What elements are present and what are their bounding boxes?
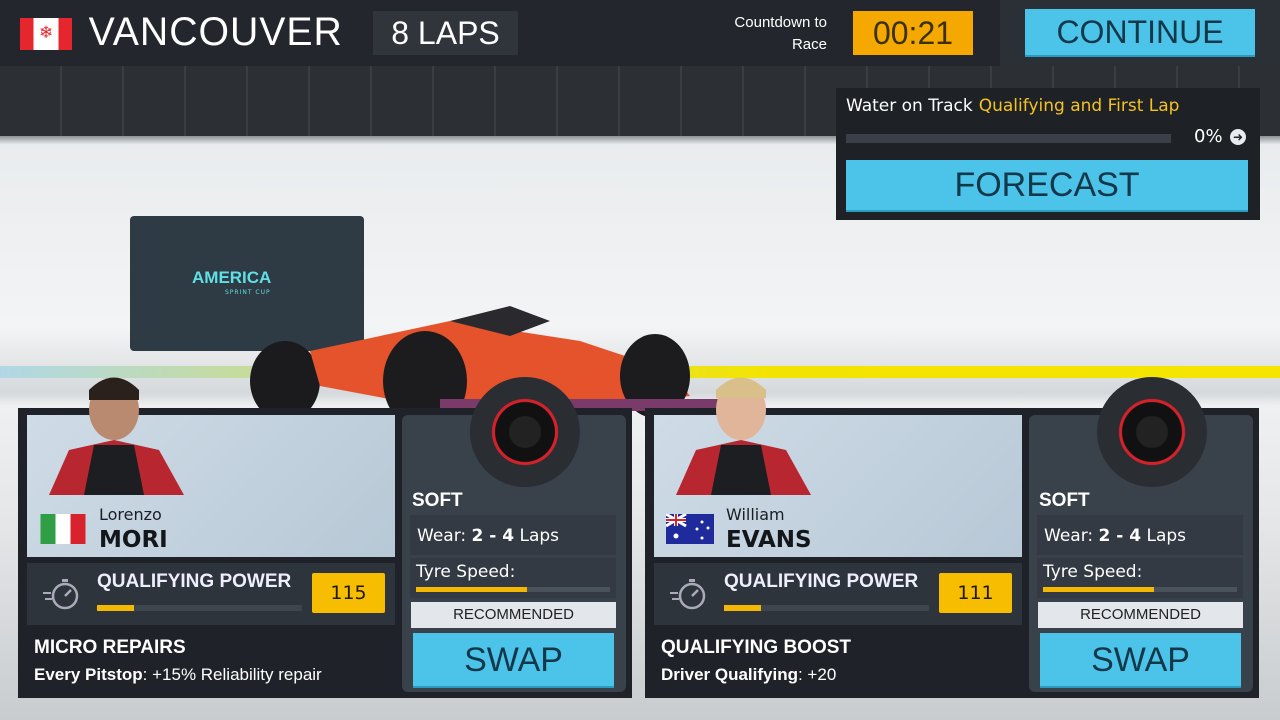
race-city: VANCOUVER: [88, 10, 343, 54]
wear-unit: Laps: [519, 526, 560, 546]
qualifying-power-label: QUALIFYING POWER: [97, 571, 292, 592]
bar-fill: [724, 605, 761, 611]
australia-flag-icon: [666, 514, 714, 544]
countdown-label-line1: Countdown to: [734, 14, 827, 31]
trait-value: : +20: [797, 665, 837, 684]
tyre-panel: SOFT Wear: 2 - 4 Laps Tyre Speed: RECOMM…: [402, 377, 626, 692]
qualifying-power-value: 115: [312, 573, 385, 613]
tyre-speed: Tyre Speed:: [1037, 558, 1243, 598]
trait-key: Driver Qualifying: [661, 665, 798, 684]
driver-portrait: [676, 377, 811, 495]
top-bar: ❄ VANCOUVER 8 LAPS Countdown to Race 00:2…: [0, 0, 1280, 66]
tyre-compound: SOFT: [412, 490, 463, 511]
tyre-wear: Wear: 2 - 4 Laps: [1037, 515, 1243, 555]
soft-tyre-icon: [470, 377, 580, 487]
water-percent: 0%: [1194, 126, 1223, 147]
weather-label: Water on Track: [846, 96, 973, 116]
wear-value: 2 - 4: [471, 526, 515, 546]
soft-tyre-icon: [1097, 377, 1207, 487]
weather-value: Qualifying and First Lap: [978, 96, 1180, 116]
qualifying-power-bar: [97, 605, 302, 611]
bar-fill: [97, 605, 134, 611]
tyre-compound: SOFT: [1039, 490, 1090, 511]
countdown-label-line2: Race: [791, 36, 827, 53]
driver-card: Lorenzo MORI QUALIFYING POWER 115 MICRO …: [18, 377, 632, 698]
driver-portrait-panel: William EVANS: [654, 377, 1022, 557]
driver-last-name: EVANS: [726, 527, 812, 553]
trait-value: : +15% Reliability repair: [142, 665, 322, 684]
tyre-speed-bar: [1043, 587, 1237, 592]
countdown-timer: 00:21: [853, 11, 973, 55]
swap-tyre-button[interactable]: SWAP: [1040, 633, 1241, 688]
continue-button[interactable]: CONTINUE: [1025, 9, 1255, 57]
qualifying-power-row: QUALIFYING POWER 115: [27, 563, 395, 625]
tyre-speed: Tyre Speed:: [410, 558, 616, 598]
qualifying-power-row: QUALIFYING POWER 111: [654, 563, 1022, 625]
qualifying-power-value: 111: [939, 573, 1012, 613]
trait-description: Driver Qualifying: +20: [661, 665, 836, 685]
driver-portrait: [49, 377, 184, 495]
countdown-label: Countdown to Race: [700, 12, 827, 56]
wear-label: Wear:: [417, 526, 467, 546]
tyre-speed-label: Tyre Speed:: [1043, 562, 1143, 582]
driver-first-name: William: [726, 505, 785, 524]
bar-fill: [416, 587, 527, 592]
water-progress-bar: [846, 134, 1171, 143]
tyre-wear: Wear: 2 - 4 Laps: [410, 515, 616, 555]
arrow-right-icon[interactable]: ➜: [1230, 129, 1246, 145]
tyre-speed-bar: [416, 587, 610, 592]
wear-label: Wear:: [1044, 526, 1094, 546]
bar-fill: [1043, 587, 1154, 592]
trait-name: QUALIFYING BOOST: [661, 637, 851, 658]
canada-flag-icon: ❄: [20, 18, 72, 50]
weather-panel: Water on Track Qualifying and First Lap 0…: [836, 88, 1260, 220]
tyre-panel: SOFT Wear: 2 - 4 Laps Tyre Speed: RECOMM…: [1029, 377, 1253, 692]
recommended-badge: RECOMMENDED: [411, 602, 616, 628]
italy-flag-icon: [40, 514, 86, 544]
trait-name: MICRO REPAIRS: [34, 637, 186, 658]
driver-first-name: Lorenzo: [99, 505, 162, 524]
forecast-button[interactable]: FORECAST: [846, 160, 1248, 212]
driver-portrait-panel: Lorenzo MORI: [27, 377, 395, 557]
trait-key: Every Pitstop: [34, 665, 143, 684]
weather-label-row: Water on Track Qualifying and First Lap: [846, 96, 1179, 116]
qualifying-power-bar: [724, 605, 929, 611]
swap-tyre-button[interactable]: SWAP: [413, 633, 614, 688]
driver-card: William EVANS QUALIFYING POWER 111 QUALI…: [645, 377, 1259, 698]
driver-last-name: MORI: [99, 527, 168, 553]
tyre-speed-label: Tyre Speed:: [416, 562, 516, 582]
lap-count: 8 LAPS: [373, 11, 518, 55]
stopwatch-icon: [670, 579, 706, 610]
trait-description: Every Pitstop: +15% Reliability repair: [34, 665, 322, 685]
stopwatch-icon: [43, 579, 79, 610]
wear-unit: Laps: [1146, 526, 1187, 546]
wear-value: 2 - 4: [1098, 526, 1142, 546]
qualifying-power-label: QUALIFYING POWER: [724, 571, 919, 592]
recommended-badge: RECOMMENDED: [1038, 602, 1243, 628]
